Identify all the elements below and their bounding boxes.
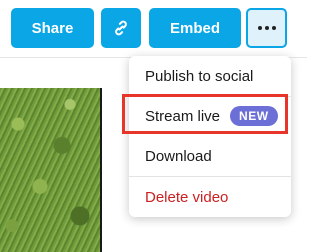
more-options-menu: Publish to social Stream live NEW Downlo… [129, 56, 291, 217]
menu-item-label: Delete video [145, 188, 229, 206]
thumbnail-edge [100, 88, 102, 252]
menu-item-label: Publish to social [145, 67, 254, 85]
menu-item-label: Download [145, 147, 212, 165]
link-icon [115, 20, 127, 36]
more-options-button[interactable] [246, 8, 287, 48]
share-button[interactable]: Share [11, 8, 94, 48]
video-thumbnail [0, 88, 100, 252]
embed-button[interactable]: Embed [149, 8, 241, 48]
menu-item-download[interactable]: Download [129, 136, 291, 176]
menu-item-delete-video[interactable]: Delete video [129, 177, 291, 217]
more-horizontal-icon [257, 26, 276, 30]
toolbar: Share Embed [0, 0, 307, 57]
menu-item-publish-to-social[interactable]: Publish to social [129, 56, 291, 96]
highlight-annotation [122, 94, 288, 134]
copy-link-button[interactable] [101, 8, 141, 48]
